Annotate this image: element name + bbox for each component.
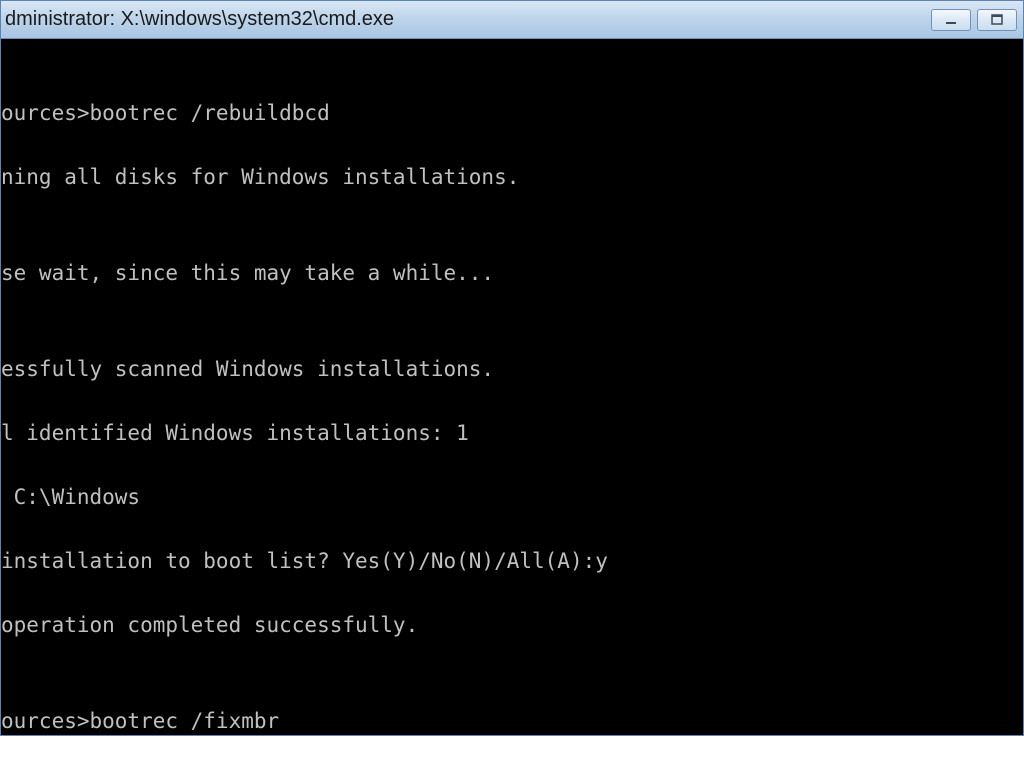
cmd-window: dministrator: X:\windows\system32\cmd.ex… bbox=[0, 0, 1024, 736]
titlebar[interactable]: dministrator: X:\windows\system32\cmd.ex… bbox=[1, 1, 1023, 39]
terminal-line: l identified Windows installations: 1 bbox=[1, 417, 1023, 449]
terminal-line: operation completed successfully. bbox=[1, 609, 1023, 641]
minimize-button[interactable] bbox=[931, 9, 971, 31]
terminal-output[interactable]: ources>bootrec /rebuildbcd ning all disk… bbox=[1, 39, 1023, 735]
terminal-line: ources>bootrec /rebuildbcd bbox=[1, 97, 1023, 129]
maximize-icon bbox=[990, 13, 1004, 27]
window-controls bbox=[931, 9, 1017, 31]
terminal-line: essfully scanned Windows installations. bbox=[1, 353, 1023, 385]
terminal-line: installation to boot list? Yes(Y)/No(N)/… bbox=[1, 545, 1023, 577]
maximize-button[interactable] bbox=[977, 9, 1017, 31]
terminal-line: ning all disks for Windows installations… bbox=[1, 161, 1023, 193]
terminal-line: se wait, since this may take a while... bbox=[1, 257, 1023, 289]
terminal-line: C:\Windows bbox=[1, 481, 1023, 513]
window-title: dministrator: X:\windows\system32\cmd.ex… bbox=[1, 8, 931, 31]
terminal-line: ources>bootrec /fixmbr bbox=[1, 705, 1023, 735]
minimize-icon bbox=[944, 13, 958, 27]
